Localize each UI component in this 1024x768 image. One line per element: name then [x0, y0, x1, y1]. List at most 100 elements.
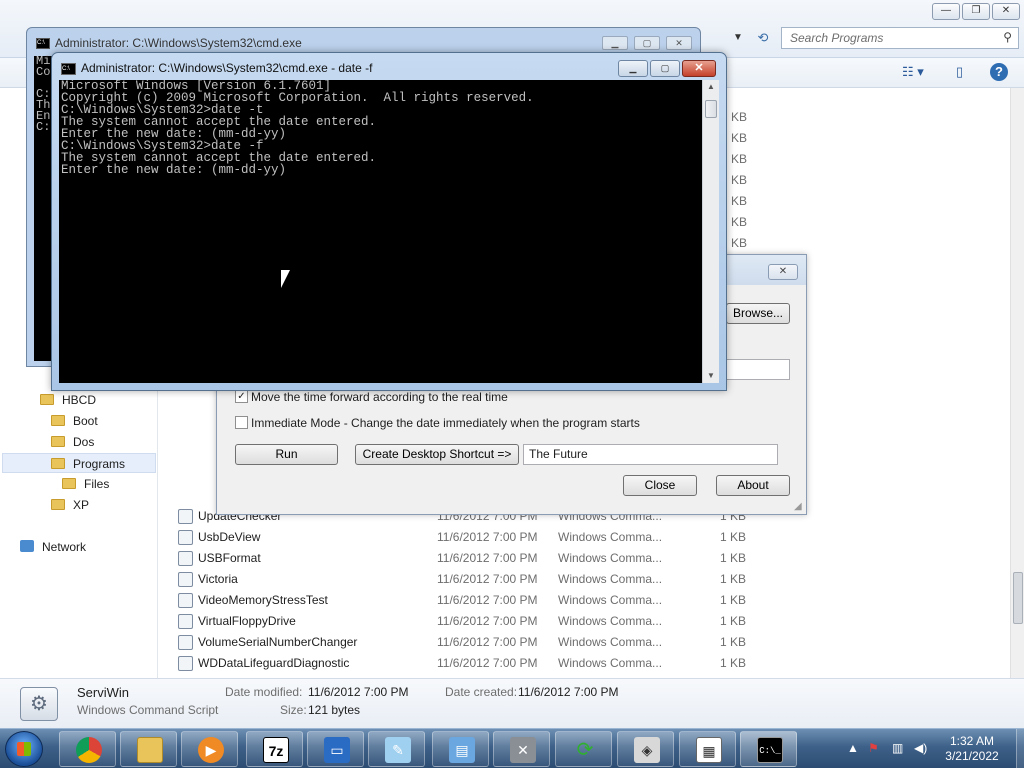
sidebar-item-programs[interactable]: Programs	[2, 453, 156, 473]
file-name: VideoMemoryStressTest	[198, 593, 328, 607]
file-row[interactable]: VideoMemoryStressTest 11/6/2012 7:00 PM Wi…	[176, 590, 756, 611]
scroll-down-icon[interactable]: ▼	[703, 369, 719, 383]
file-size-cell: KB	[731, 152, 748, 166]
explorer-icon	[137, 737, 163, 763]
taskbar-app-cmd[interactable]: C:\_	[740, 731, 797, 767]
search-icon[interactable]: ⚲	[1003, 30, 1012, 44]
sidebar-item-files[interactable]: Files	[62, 474, 109, 494]
file-list-scrollbar[interactable]	[1010, 88, 1024, 678]
shortcut-name-input[interactable]: The Future	[523, 444, 778, 465]
folder-icon	[51, 436, 65, 447]
minimize-button[interactable]: ▁	[602, 36, 628, 50]
address-dropdown-icon[interactable]: ▼	[728, 28, 748, 48]
minimize-button[interactable]: ▁	[618, 60, 648, 77]
scrollbar-thumb[interactable]	[1013, 572, 1023, 624]
checkbox-checked-icon[interactable]: ✓	[235, 390, 248, 403]
taskbar-app-disk[interactable]: ◈	[617, 731, 674, 767]
create-shortcut-button[interactable]: Create Desktop Shortcut =>	[355, 444, 519, 465]
dialog-close-icon[interactable]: ✕	[768, 264, 798, 280]
sidebar-item-label: HBCD	[62, 393, 97, 407]
details-file-name: ServiWin	[77, 685, 130, 700]
checkbox-label: Immediate Mode - Change the date immedia…	[251, 416, 640, 430]
explorer-restore-button[interactable]: ❐	[962, 3, 990, 20]
taskbar-app-7zip[interactable]: 7z	[246, 731, 303, 767]
show-hidden-icons-icon[interactable]: ▲	[847, 741, 859, 755]
sidebar-item-label: Programs	[73, 457, 126, 471]
search-input[interactable]: Search Programs ⚲	[781, 27, 1019, 49]
sidebar-item-dos[interactable]: Dos	[51, 432, 94, 452]
taskbar-app-monitor[interactable]: ▭	[307, 731, 364, 767]
path-field[interactable]	[726, 359, 790, 380]
explorer-minimize-button[interactable]: —	[932, 3, 960, 20]
refresh-icon[interactable]: ⟲	[752, 28, 774, 48]
taskbar-app-notepad[interactable]: ✎	[368, 731, 425, 767]
file-name: UsbDeView	[198, 530, 261, 544]
network-tray-icon[interactable]: ▥	[892, 741, 903, 755]
file-size-cell: KB	[731, 131, 748, 145]
action-center-icon[interactable]: ⚑	[868, 741, 879, 755]
explorer-close-button[interactable]: ✕	[992, 3, 1020, 20]
scrollbar-thumb[interactable]	[705, 100, 717, 118]
start-button[interactable]	[5, 731, 43, 767]
file-date: 11/6/2012 7:00 PM	[437, 614, 538, 628]
checkbox-unchecked-icon[interactable]	[235, 416, 248, 429]
close-button[interactable]: Close	[623, 475, 697, 496]
taskbar-app-explorer[interactable]	[120, 731, 177, 767]
file-row[interactable]: UsbDeView 11/6/2012 7:00 PM Windows Comma.…	[176, 527, 756, 548]
file-name: USBFormat	[198, 551, 261, 565]
script-file-icon	[178, 509, 193, 524]
control-panel-icon: ▤	[449, 737, 475, 763]
file-name: VirtualFloppyDrive	[198, 614, 296, 628]
script-file-icon	[178, 614, 193, 629]
console-scrollbar[interactable]: ▲ ▼	[702, 80, 719, 383]
file-row[interactable]: WDDataLifeguardDiagnostic 11/6/2012 7:00 …	[176, 653, 756, 674]
file-row[interactable]: VirtualFloppyDrive 11/6/2012 7:00 PM Windo…	[176, 611, 756, 632]
details-file-type: Windows Command Script	[77, 703, 219, 717]
sidebar-item-network[interactable]: Network	[20, 537, 86, 557]
details-created-label: Date created:	[445, 685, 518, 699]
help-icon[interactable]: ?	[990, 63, 1008, 81]
maximize-button[interactable]: ▢	[634, 36, 660, 50]
file-row[interactable]: Victoria 11/6/2012 7:00 PM Windows Comma..…	[176, 569, 756, 590]
script-file-icon	[178, 530, 193, 545]
taskbar-app-tools[interactable]: ✕	[493, 731, 550, 767]
file-name: VolumeSerialNumberChanger	[198, 635, 358, 649]
file-name: Victoria	[198, 572, 238, 586]
script-file-icon	[178, 593, 193, 608]
sidebar-item-label: Dos	[73, 435, 95, 449]
close-button[interactable]: ✕	[666, 36, 692, 50]
sidebar-item-label: Files	[84, 477, 110, 491]
clock-time: 1:32 AM	[949, 734, 995, 748]
sidebar-item-hbcd[interactable]: HBCD	[40, 390, 96, 410]
show-desktop-button[interactable]	[1016, 729, 1024, 768]
maximize-button[interactable]: ▢	[650, 60, 680, 77]
disk-icon: ◈	[634, 737, 660, 763]
file-row[interactable]: USBFormat 11/6/2012 7:00 PM Windows Comma.…	[176, 548, 756, 569]
file-row[interactable]: VolumeSerialNumberChanger 11/6/2012 7:00 …	[176, 632, 756, 653]
taskbar-app-sync[interactable]: ⟳	[555, 731, 612, 767]
volume-icon[interactable]: ◀)	[914, 741, 927, 755]
file-size-cell: KB	[731, 110, 748, 124]
sidebar-item-xp[interactable]: XP	[51, 495, 89, 515]
taskbar: ▶ 7z ▭ ✎ ▤ ✕ ⟳ ◈ ▦ C:\_ ▲ ⚑ ▥ ◀) 1:32 AM…	[0, 728, 1024, 768]
preview-pane-icon[interactable]: ▯	[956, 64, 963, 80]
taskbar-app-control-panel[interactable]: ▤	[432, 731, 489, 767]
taskbar-app-chrome[interactable]	[59, 731, 116, 767]
about-button[interactable]: About	[716, 475, 790, 496]
close-button[interactable]: ✕	[682, 60, 716, 77]
view-options-icon[interactable]: ☷ ▾	[902, 64, 924, 80]
taskbar-app-calendar[interactable]: ▦	[679, 731, 736, 767]
run-button[interactable]: Run	[235, 444, 338, 465]
file-size-cell: KB	[731, 215, 748, 229]
scroll-up-icon[interactable]: ▲	[703, 80, 719, 94]
sidebar-item-boot[interactable]: Boot	[51, 411, 98, 431]
file-name: WDDataLifeguardDiagnostic	[198, 656, 350, 670]
cmd-console-area[interactable]: Microsoft Windows [Version 6.1.7601] Cop…	[59, 80, 702, 383]
taskbar-clock[interactable]: 1:32 AM 3/21/2022	[932, 734, 1012, 764]
browse-button[interactable]: Browse...	[726, 303, 790, 324]
cmd-window-active[interactable]: C:\ Administrator: C:\Windows\System32\c…	[51, 52, 727, 391]
taskbar-app-media-player[interactable]: ▶	[181, 731, 238, 767]
cmd-window-buttons: ▁ ▢ ✕	[602, 36, 692, 50]
resize-grip-icon[interactable]: ◢	[794, 502, 804, 512]
file-date: 11/6/2012 7:00 PM	[437, 656, 538, 670]
